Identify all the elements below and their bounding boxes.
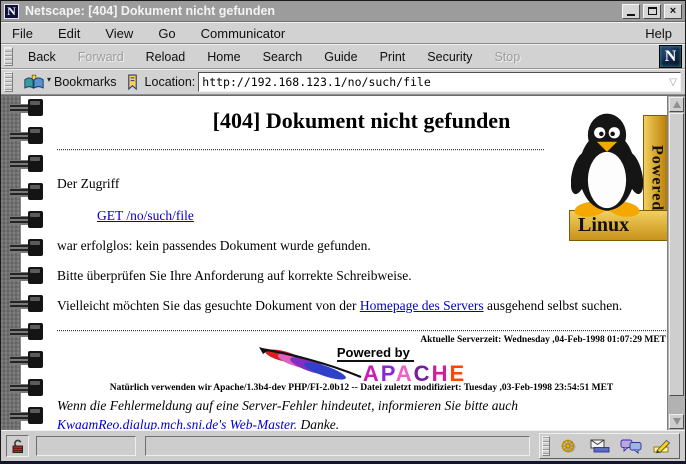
title-bar: N Netscape: [404] Dokument nicht gefunde… bbox=[1, 1, 685, 22]
spiral-binding-icon bbox=[1, 96, 51, 430]
navigator-button[interactable] bbox=[553, 435, 584, 457]
speech-bubbles-icon bbox=[620, 438, 642, 454]
toolbar-grip[interactable] bbox=[4, 47, 13, 66]
arrow-down-icon bbox=[673, 418, 681, 425]
location-proxy-icon-button[interactable] bbox=[123, 74, 142, 91]
composer-button[interactable] bbox=[646, 435, 677, 457]
close-button[interactable]: × bbox=[664, 4, 682, 19]
discussions-button[interactable] bbox=[615, 435, 646, 457]
suggestion-text: Vielleicht möchten Sie das gesuchte Doku… bbox=[57, 298, 666, 314]
check-text: Bitte überprüfen Sie Ihre Anforderung au… bbox=[57, 268, 666, 284]
netscape-logo-icon[interactable]: N bbox=[659, 45, 682, 68]
url-input[interactable] bbox=[200, 74, 667, 90]
security-button[interactable]: Security bbox=[416, 50, 483, 64]
bookmarks-dropdown-icon: ▾ bbox=[47, 75, 51, 84]
homepage-link[interactable]: Homepage des Servers bbox=[360, 298, 484, 313]
footer-after: Danke. bbox=[297, 417, 339, 430]
apache-name-text: APACHE bbox=[363, 363, 466, 385]
url-field-frame: ▽ bbox=[198, 72, 681, 92]
mailbox-button[interactable] bbox=[584, 435, 615, 457]
maximize-button[interactable] bbox=[643, 4, 661, 19]
guide-button[interactable]: Guide bbox=[313, 50, 368, 64]
menu-communicator[interactable]: Communicator bbox=[201, 26, 286, 41]
badge-powered-text: Powered bbox=[648, 145, 666, 211]
footer-note: Wenn die Fehlermeldung auf eine Server-F… bbox=[57, 397, 666, 430]
menu-help[interactable]: Help bbox=[645, 26, 672, 41]
horizontal-rule-bottom bbox=[57, 330, 666, 332]
scroll-down-button[interactable] bbox=[669, 414, 684, 429]
scroll-up-button[interactable] bbox=[669, 97, 684, 112]
footer-before: Wenn die Fehlermeldung auf eine Server-F… bbox=[57, 398, 518, 413]
suggestion-before: Vielleicht möchten Sie das gesuchte Doku… bbox=[57, 298, 360, 313]
status-message-panel bbox=[145, 436, 530, 456]
home-button[interactable]: Home bbox=[196, 50, 251, 64]
arrow-up-icon bbox=[673, 101, 681, 108]
back-button[interactable]: Back bbox=[17, 50, 67, 64]
forward-button[interactable]: Forward bbox=[67, 50, 135, 64]
menu-edit[interactable]: Edit bbox=[58, 26, 80, 41]
suggestion-after: ausgehend selbst suchen. bbox=[484, 298, 623, 313]
security-status-panel bbox=[36, 436, 136, 456]
server-info-text: Natürlich verwenden wir Apache/1.3b4-dev… bbox=[57, 383, 666, 393]
menu-file[interactable]: File bbox=[12, 26, 33, 41]
menu-go[interactable]: Go bbox=[158, 26, 175, 41]
location-icon bbox=[126, 74, 139, 91]
bookmarks-button[interactable]: ▾ Bookmarks bbox=[20, 74, 120, 91]
powered-by-text: Powered by bbox=[337, 345, 414, 362]
bookmarks-icon bbox=[23, 74, 45, 91]
search-button[interactable]: Search bbox=[252, 50, 314, 64]
app-icon: N bbox=[4, 4, 19, 19]
status-bar bbox=[1, 430, 685, 461]
browser-viewport: [404] Dokument nicht gefunden Der Zugrif… bbox=[1, 95, 685, 430]
reload-button[interactable]: Reload bbox=[135, 50, 197, 64]
webmaster-link[interactable]: KwaamReo.dialup.mch.sni.de's Web-Master. bbox=[57, 417, 297, 430]
component-bar-grip[interactable] bbox=[542, 436, 550, 456]
bookmarks-label: Bookmarks bbox=[54, 75, 117, 89]
server-time-text: Aktuelle Serverzeit: Wednesday ,04-Feb-1… bbox=[57, 335, 666, 345]
menu-bar: File Edit View Go Communicator Help bbox=[1, 22, 685, 44]
apache-logo: Powered by APACHE bbox=[57, 345, 666, 381]
maximize-icon bbox=[648, 7, 657, 15]
stop-button[interactable]: Stop bbox=[483, 50, 531, 64]
netscape-window: N Netscape: [404] Dokument nicht gefunde… bbox=[0, 0, 686, 464]
minimize-icon bbox=[627, 14, 635, 16]
close-icon: × bbox=[670, 6, 676, 17]
minimize-button[interactable] bbox=[622, 4, 640, 19]
linux-powered-badge: Powered Linux bbox=[569, 100, 670, 241]
tux-penguin-icon bbox=[571, 105, 643, 219]
request-link[interactable]: GET /no/such/file bbox=[97, 208, 194, 223]
scrollbar-thumb[interactable] bbox=[669, 113, 684, 396]
print-button[interactable]: Print bbox=[369, 50, 417, 64]
ship-wheel-icon bbox=[558, 438, 580, 455]
url-dropdown-icon[interactable]: ▽ bbox=[667, 77, 679, 88]
security-lock-button[interactable] bbox=[6, 435, 29, 457]
navigation-toolbar: Back Forward Reload Home Search Guide Pr… bbox=[1, 44, 685, 69]
menu-view[interactable]: View bbox=[105, 26, 133, 41]
vertical-scrollbar[interactable] bbox=[667, 96, 685, 430]
composer-pen-icon bbox=[652, 438, 672, 454]
mailbox-icon bbox=[589, 438, 611, 454]
location-label: Location: bbox=[145, 75, 196, 89]
location-bar: ▾ Bookmarks Location: ▽ bbox=[1, 69, 685, 95]
horizontal-rule-top bbox=[57, 149, 544, 151]
component-bar bbox=[539, 433, 680, 459]
apache-wordmark: Powered by APACHE bbox=[337, 345, 466, 385]
location-bar-grip[interactable] bbox=[4, 72, 13, 92]
open-padlock-icon bbox=[10, 438, 26, 454]
window-title: Netscape: [404] Dokument nicht gefunden bbox=[25, 4, 619, 18]
